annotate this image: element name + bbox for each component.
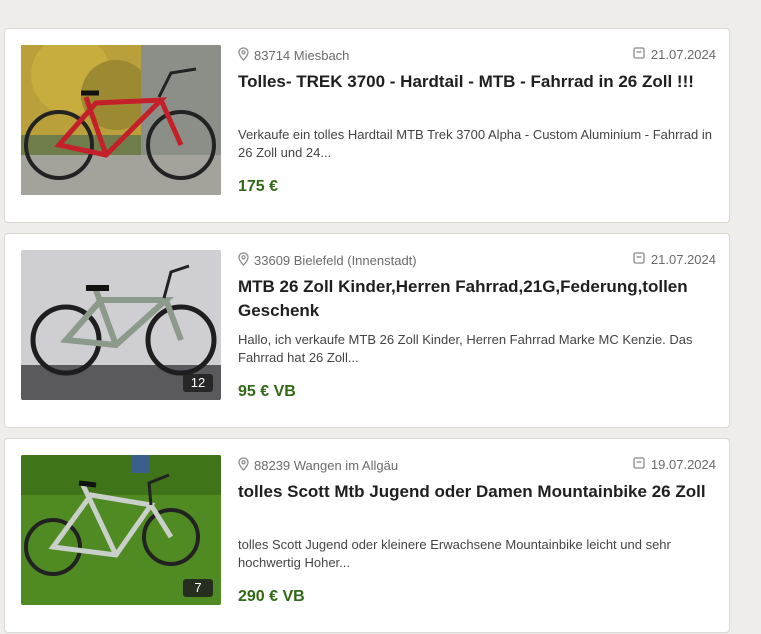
image-count-badge: 7 xyxy=(183,579,213,597)
listing-description: Verkaufe ein tolles Hardtail MTB Trek 37… xyxy=(238,127,712,160)
listing-date: 21.07.2024 xyxy=(650,47,716,62)
listing-date: 19.07.2024 xyxy=(650,457,716,472)
location-pin-icon xyxy=(238,252,249,269)
listing-price: 95 € VB xyxy=(238,383,296,400)
listing-image[interactable] xyxy=(21,45,221,195)
listing-title[interactable]: MTB 26 Zoll Kinder,Herren Fahrrad,21G,Fe… xyxy=(238,275,718,323)
location-pin-icon xyxy=(238,47,249,64)
listing-image[interactable]: 12 xyxy=(21,250,221,400)
listing-card[interactable]: 7 88239 Wangen im Allgäu 19.07.2024 toll… xyxy=(4,438,730,633)
listing-price: 290 € VB xyxy=(238,588,305,605)
listing-date: 21.07.2024 xyxy=(650,252,716,267)
listing-image[interactable]: 7 xyxy=(21,455,221,605)
calendar-icon xyxy=(633,252,645,267)
image-count-badge: 12 xyxy=(183,374,213,392)
listing-location: 83714 Miesbach xyxy=(254,48,350,63)
listing-title[interactable]: tolles Scott Mtb Jugend oder Damen Mount… xyxy=(238,480,718,504)
listing-location: 88239 Wangen im Allgäu xyxy=(254,458,399,473)
listing-description: tolles Scott Jugend oder kleinere Erwach… xyxy=(238,537,671,570)
scrollbar-track[interactable] xyxy=(747,0,761,634)
listing-price: 175 € xyxy=(238,178,279,195)
calendar-icon xyxy=(633,47,645,62)
listing-card[interactable]: 12 33609 Bielefeld (Innenstadt) 21.07.20… xyxy=(4,233,730,428)
listing-title[interactable]: Tolles- TREK 3700 - Hardtail - MTB - Fah… xyxy=(238,70,718,94)
listing-card[interactable]: 83714 Miesbach 21.07.2024 Tolles- TREK 3… xyxy=(4,28,730,223)
calendar-icon xyxy=(633,457,645,472)
listing-location: 33609 Bielefeld (Innenstadt) xyxy=(254,253,417,268)
location-pin-icon xyxy=(238,457,249,474)
listing-description: Hallo, ich verkaufe MTB 26 Zoll Kinder, … xyxy=(238,332,693,365)
